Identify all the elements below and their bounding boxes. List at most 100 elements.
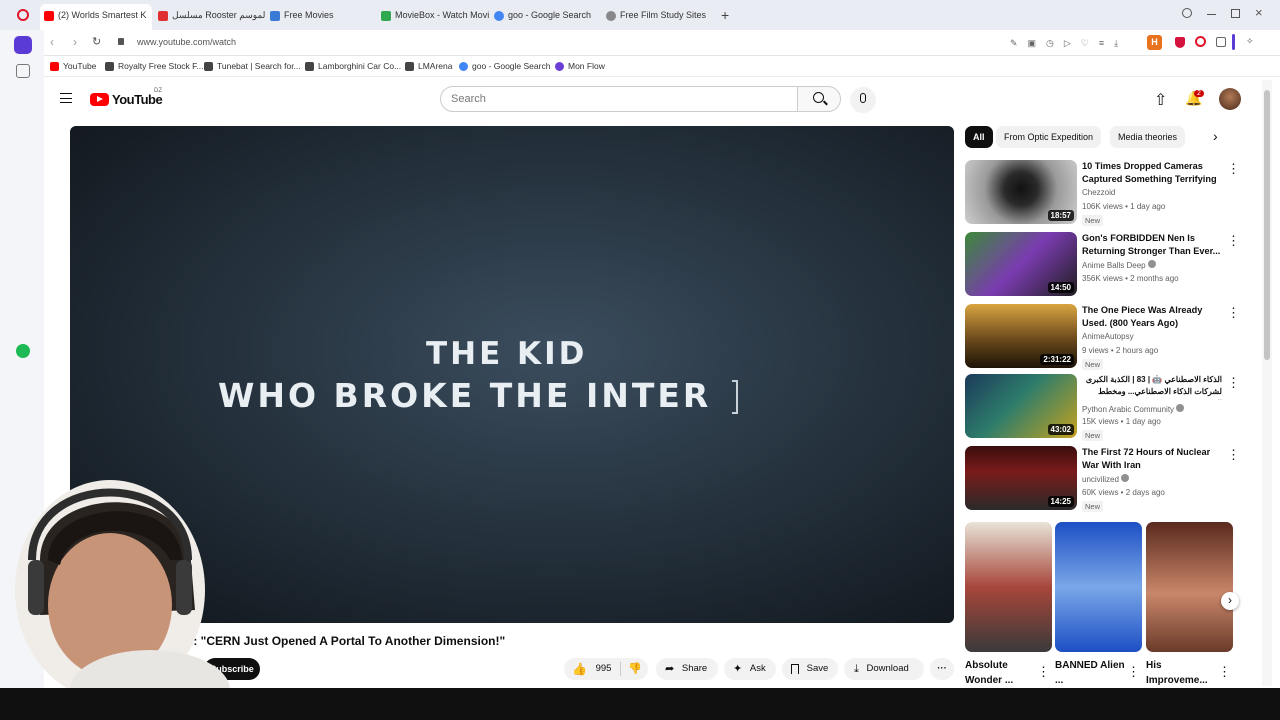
opera-red-icon[interactable] bbox=[1195, 36, 1206, 47]
reload-icon[interactable]: ↻ bbox=[92, 35, 101, 48]
sidebar-toggle-icon[interactable] bbox=[1232, 34, 1235, 50]
wallet-icon[interactable] bbox=[1216, 37, 1226, 47]
search-input[interactable]: Search bbox=[440, 86, 798, 112]
share-button[interactable]: ➦ Share bbox=[656, 658, 718, 680]
voice-search-button[interactable] bbox=[850, 87, 876, 113]
more-vert-icon[interactable]: ⋮ bbox=[1227, 306, 1240, 319]
short-thumbnail[interactable] bbox=[965, 522, 1052, 652]
verified-icon bbox=[1147, 260, 1156, 268]
verified-icon bbox=[1121, 474, 1130, 482]
chip-item[interactable]: From Optic Expedition bbox=[996, 126, 1102, 148]
ai-icon[interactable]: ✧ bbox=[1246, 36, 1254, 47]
video-thumbnail[interactable]: 18:57 bbox=[965, 160, 1077, 224]
back-icon[interactable]: ‹ bbox=[50, 35, 54, 49]
spotify-icon[interactable] bbox=[16, 344, 30, 358]
tab-search-icon[interactable] bbox=[1182, 8, 1192, 18]
download-icon: ⤓ bbox=[854, 663, 859, 675]
extensions-icon[interactable]: ✎▣◷▷♡≡⤓ bbox=[1010, 38, 1170, 48]
forward-icon[interactable]: › bbox=[73, 35, 77, 49]
shorts-next-icon[interactable]: › bbox=[1221, 592, 1239, 610]
video-thumbnail[interactable]: 14:50 bbox=[965, 232, 1077, 296]
bookmark-youtube[interactable]: YouTube bbox=[50, 61, 96, 72]
bookmark-label: goo - Google Search bbox=[472, 61, 551, 71]
thumbs-up-icon: 👍 bbox=[572, 662, 587, 676]
bookmark-item[interactable]: LMArena bbox=[405, 61, 453, 72]
search-button[interactable] bbox=[797, 86, 841, 112]
thumbs-down-icon[interactable]: 👎 bbox=[628, 658, 642, 680]
more-vert-icon[interactable]: ⋮ bbox=[1227, 234, 1240, 247]
scrollbar-thumb[interactable] bbox=[1264, 90, 1270, 360]
bookmark-item[interactable]: goo - Google Search bbox=[459, 61, 551, 72]
tab-item[interactable]: goo - Google Search bbox=[494, 6, 602, 24]
bookmark-item[interactable]: Lamborghini Car Co... bbox=[305, 61, 401, 72]
recommendation-item[interactable]: 2:31:22 The One Piece Was Already Used. … bbox=[965, 304, 1265, 370]
channel-name[interactable]: uncivilized bbox=[1082, 474, 1130, 484]
video-thumbnail[interactable]: 2:31:22 bbox=[965, 304, 1077, 368]
view-meta: 15K views • 1 day ago bbox=[1082, 417, 1161, 426]
youtube-icon bbox=[44, 10, 54, 21]
ask-button[interactable]: ✦ Ask bbox=[724, 658, 776, 680]
more-vert-icon[interactable]: ⋮ bbox=[1227, 376, 1240, 389]
bookmark-label: LMArena bbox=[418, 61, 453, 71]
channel-name[interactable]: Anime Balls Deep bbox=[1082, 260, 1156, 270]
tab-active[interactable]: (2) Worlds Smartest K bbox=[40, 4, 152, 30]
short-thumbnail[interactable] bbox=[1055, 522, 1142, 652]
recommendation-title[interactable]: The First 72 Hours of Nuclear War With I… bbox=[1082, 446, 1222, 472]
tab-item[interactable]: Free Movies bbox=[270, 6, 378, 24]
more-vert-icon[interactable]: ⋮ bbox=[1227, 162, 1240, 175]
channel-name[interactable]: AnimeAutopsy bbox=[1082, 332, 1134, 341]
duration-badge: 2:31:22 bbox=[1040, 354, 1074, 365]
bookmark-item[interactable]: Royalty Free Stock F... bbox=[105, 61, 204, 72]
home-icon[interactable] bbox=[14, 36, 32, 54]
opera-icon[interactable] bbox=[17, 9, 29, 21]
chip-all[interactable]: All bbox=[965, 126, 993, 148]
channel-name[interactable]: Python Arabic Community bbox=[1082, 404, 1185, 414]
view-meta: 106K views • 1 day ago bbox=[1082, 202, 1166, 211]
recommendation-title[interactable]: الذكاء الاصطناعي 🤖 | 83 | الكذبة الكبرى … bbox=[1082, 374, 1222, 400]
bookmark-item[interactable]: Mon Flow bbox=[555, 61, 605, 72]
tab-item[interactable]: MovieBox - Watch Movie bbox=[381, 6, 489, 24]
minimize-icon[interactable] bbox=[1207, 14, 1216, 15]
page-scrollbar[interactable] bbox=[1262, 80, 1272, 686]
short-title[interactable]: BANNED Alien ... bbox=[1055, 658, 1135, 688]
more-actions-button[interactable]: ··· bbox=[930, 658, 954, 680]
tab-item[interactable]: Free Film Study Sites bbox=[606, 6, 714, 24]
more-vert-icon[interactable]: ⋮ bbox=[1227, 448, 1240, 461]
close-icon[interactable]: × bbox=[1255, 5, 1263, 20]
save-button[interactable]: Save bbox=[782, 658, 838, 680]
youtube-header: YouTube DZ Search ⇧ 🔔 2 bbox=[44, 78, 1280, 122]
short-title[interactable]: His Improveme... bbox=[1146, 658, 1226, 688]
pinboard-icon[interactable] bbox=[16, 64, 30, 78]
recommendation-title[interactable]: Gon's FORBIDDEN Nen Is Returning Stronge… bbox=[1082, 232, 1222, 258]
chip-item[interactable]: Media theories bbox=[1110, 126, 1186, 148]
recommendation-title[interactable]: 10 Times Dropped Cameras Captured Someth… bbox=[1082, 160, 1222, 186]
tab-item[interactable]: مسلسل Rooster الموسم II bbox=[158, 6, 266, 24]
upload-icon[interactable]: ⇧ bbox=[1154, 90, 1167, 110]
avatar[interactable] bbox=[1219, 88, 1241, 110]
download-button[interactable]: ⤓ Download bbox=[844, 658, 924, 680]
recommendation-item[interactable]: 18:57 10 Times Dropped Cameras Captured … bbox=[965, 160, 1265, 226]
more-vert-icon[interactable]: ⋮ bbox=[1127, 664, 1140, 680]
channel-name[interactable]: Chezzoid bbox=[1082, 188, 1115, 197]
short-thumbnail[interactable] bbox=[1146, 522, 1233, 652]
more-vert-icon[interactable]: ⋮ bbox=[1037, 664, 1050, 680]
bookmark-item[interactable]: Tunebat | Search for... bbox=[204, 61, 301, 72]
extension-h-icon[interactable]: H bbox=[1147, 35, 1162, 50]
like-button[interactable]: 👍 995 👎 bbox=[564, 658, 648, 680]
more-vert-icon[interactable]: ⋮ bbox=[1218, 664, 1231, 680]
tab-label: Free Movies bbox=[284, 10, 334, 20]
view-meta: 356K views • 2 months ago bbox=[1082, 274, 1179, 283]
chevron-right-icon[interactable]: › bbox=[1213, 128, 1218, 144]
short-title[interactable]: Absolute Wonder ... bbox=[965, 658, 1045, 688]
shield-icon[interactable] bbox=[1175, 37, 1185, 48]
new-tab-icon[interactable]: + bbox=[721, 7, 729, 23]
video-thumbnail[interactable]: 43:02 bbox=[965, 374, 1077, 438]
recommendation-item[interactable]: 14:25 The First 72 Hours of Nuclear War … bbox=[965, 446, 1265, 512]
recommendation-item[interactable]: 43:02 الذكاء الاصطناعي 🤖 | 83 | الكذبة ا… bbox=[965, 374, 1265, 441]
bookmarks-bar: YouTube Royalty Free Stock F... Tunebat … bbox=[0, 57, 1280, 77]
recommendation-title[interactable]: The One Piece Was Already Used. (800 Yea… bbox=[1082, 304, 1222, 330]
maximize-icon[interactable] bbox=[1231, 9, 1240, 18]
recommendation-item[interactable]: 14:50 Gon's FORBIDDEN Nen Is Returning S… bbox=[965, 232, 1265, 298]
url-field[interactable]: www.youtube.com/watch bbox=[137, 37, 236, 47]
video-thumbnail[interactable]: 14:25 bbox=[965, 446, 1077, 510]
